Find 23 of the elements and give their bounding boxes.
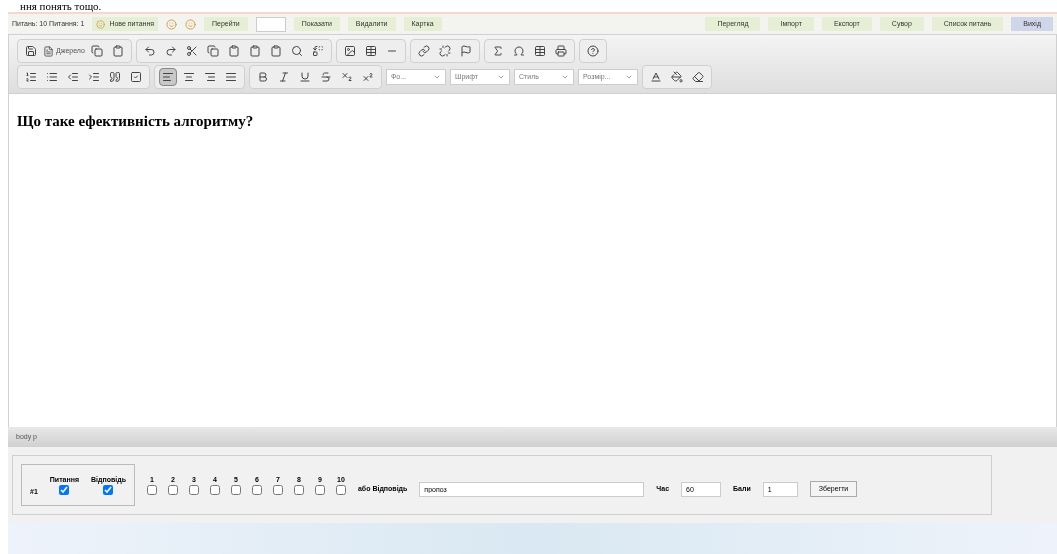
- document-text: ння понять тощо.: [19, 0, 102, 12]
- caret-icon: [497, 73, 505, 81]
- option-checkbox[interactable]: [146, 485, 157, 496]
- question-text: Що таке ефективність алгоритму?: [17, 112, 255, 131]
- caret-icon: [625, 73, 633, 81]
- option-checkbox[interactable]: [293, 485, 304, 496]
- option-checkbox[interactable]: [167, 485, 178, 496]
- answer-checkbox[interactable]: [103, 485, 114, 496]
- option-checkbox[interactable]: [251, 485, 262, 496]
- option-checkbox[interactable]: [314, 485, 325, 496]
- align-left-icon[interactable]: [159, 68, 177, 86]
- option-checkbox[interactable]: [335, 485, 346, 496]
- option-checkbox[interactable]: [272, 485, 283, 496]
- option-checkbox[interactable]: [209, 485, 220, 496]
- smiley-icon: [96, 19, 106, 29]
- caret-icon: [433, 73, 441, 81]
- page-number-field[interactable]: [255, 16, 286, 32]
- caret-icon: [561, 73, 569, 81]
- background-color-icon[interactable]: [668, 68, 686, 86]
- option-checkbox[interactable]: [188, 485, 199, 496]
- editor-area[interactable]: Що таке ефективність алгоритму?: [8, 94, 1057, 427]
- option-checkbox[interactable]: [230, 485, 241, 496]
- question-checkbox[interactable]: [59, 485, 70, 496]
